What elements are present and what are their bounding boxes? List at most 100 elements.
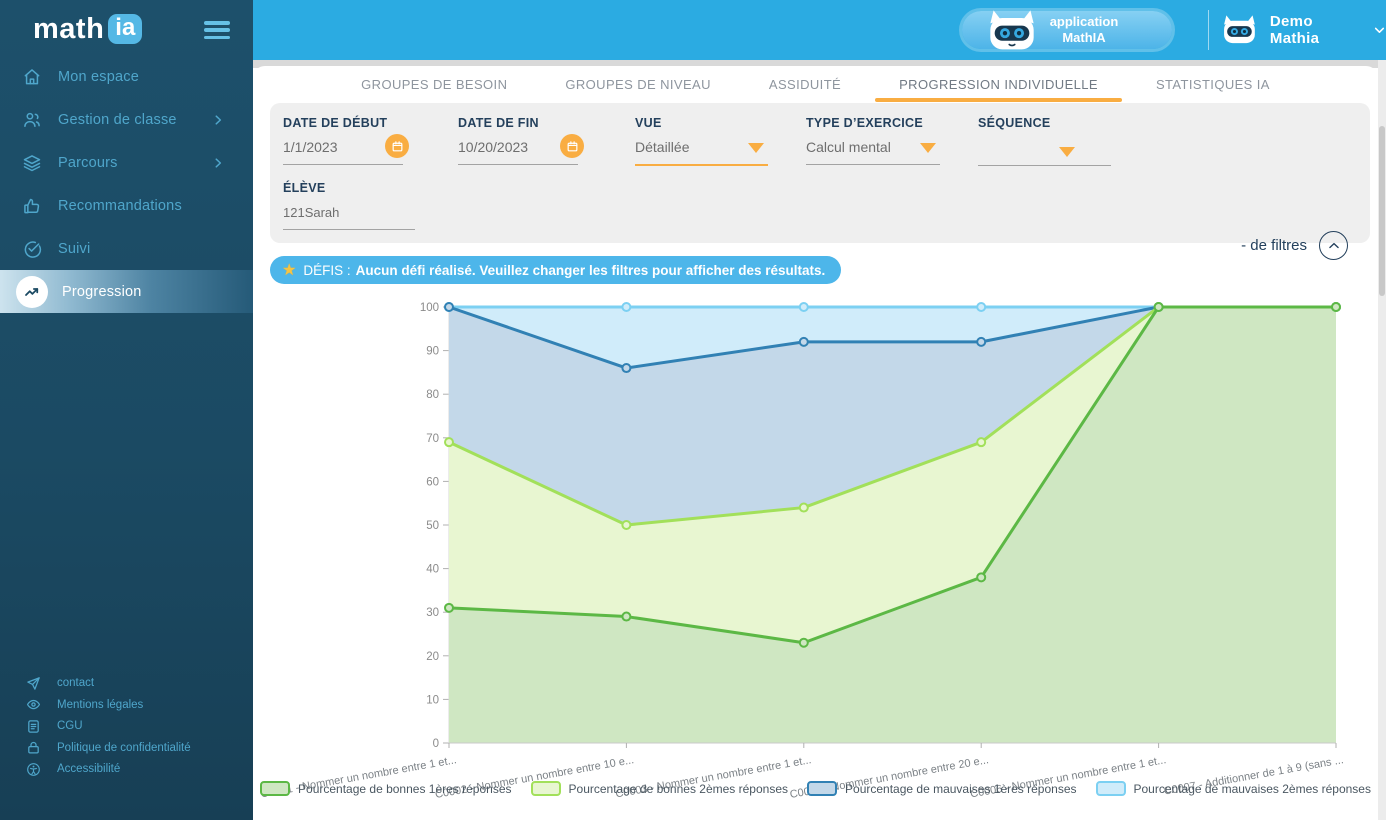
legend-item-bonnes-2emes: Pourcentage de bonnes 2èmes réponses: [531, 781, 789, 796]
svg-text:70: 70: [426, 433, 439, 445]
tab-groupes-de-niveau[interactable]: GROUPES DE NIVEAU: [565, 77, 711, 92]
defis-prefix: DÉFIS :: [303, 263, 350, 278]
sidebar-item-label: Suivi: [58, 241, 90, 257]
legend-label: Pourcentage de mauvaises 2èmes réponses: [1134, 782, 1371, 796]
legend-swatch-blue-light: [1096, 781, 1126, 796]
footer-link-cgu[interactable]: CGU: [0, 716, 253, 738]
date-debut-value: 1/1/2023: [283, 139, 338, 155]
tab-statistiques-ia[interactable]: STATISTIQUES IA: [1156, 77, 1270, 92]
trend-icon: [16, 276, 48, 308]
filter-panel: DATE DE DÉBUT 1/1/2023 DATE DE FIN 10/20…: [270, 103, 1370, 243]
sidebar-item-label: Progression: [62, 284, 142, 300]
filter-vue: VUE Détaillée: [635, 116, 768, 166]
sidebar-item-suivi[interactable]: Suivi: [0, 227, 253, 270]
filter-label: TYPE D’EXERCICE: [806, 116, 940, 130]
legend-label: Pourcentage de bonnes 2èmes réponses: [569, 782, 789, 796]
legend-swatch-blue-dark: [807, 781, 837, 796]
hamburger-menu-icon[interactable]: [204, 21, 230, 39]
user-avatar-robot-icon: [1221, 13, 1258, 47]
vue-select[interactable]: Détaillée: [635, 139, 768, 166]
filter-label: DATE DE FIN: [458, 116, 578, 130]
less-filters-label: - de filtres: [1241, 237, 1307, 254]
sidebar-item-gestion-de-classe[interactable]: Gestion de classe: [0, 98, 253, 141]
type-exercice-select[interactable]: Calcul mental: [806, 139, 940, 165]
dropdown-arrow-icon[interactable]: [1059, 147, 1075, 157]
dropdown-arrow-icon[interactable]: [920, 143, 936, 153]
defis-message: Aucun défi réalisé. Veuillez changer les…: [356, 263, 826, 278]
calendar-icon[interactable]: [560, 134, 584, 158]
eleve-input[interactable]: 121Sarah: [283, 204, 415, 230]
sidebar-item-mon-espace[interactable]: Mon espace: [0, 55, 253, 98]
footer-link-confidentialite[interactable]: Politique de confidentialité: [0, 737, 253, 759]
robot-mascot-icon: [986, 9, 1038, 53]
scrollbar-thumb[interactable]: [1379, 126, 1385, 296]
progression-chart: 0102030405060708090100C0001 - Nommer un …: [256, 293, 1378, 778]
svg-text:90: 90: [426, 346, 439, 358]
main-content-card: GROUPES DE BESOIN GROUPES DE NIVEAU ASSI…: [253, 66, 1378, 820]
svg-text:0: 0: [433, 738, 439, 750]
filter-date-debut: DATE DE DÉBUT 1/1/2023: [283, 116, 403, 165]
sidebar-item-label: Recommandations: [58, 198, 182, 214]
sidebar-item-parcours[interactable]: Parcours: [0, 141, 253, 184]
filter-date-fin: DATE DE FIN 10/20/2023: [458, 116, 578, 165]
footer-link-label: CGU: [57, 720, 83, 732]
star-icon: ★: [282, 260, 296, 280]
legend-item-mauvaises-1eres: Pourcentage de mauvaises 1ères réponses: [807, 781, 1076, 796]
chevron-right-icon: [211, 156, 225, 170]
calendar-icon[interactable]: [385, 134, 409, 158]
collapse-filters-button[interactable]: [1319, 231, 1348, 260]
sidebar-item-progression[interactable]: Progression: [0, 270, 253, 313]
type-exercice-value: Calcul mental: [806, 139, 891, 155]
sidebar-item-label: Gestion de classe: [58, 112, 177, 128]
user-menu[interactable]: Demo Mathia: [1221, 0, 1386, 60]
sidebar-item-recommandations[interactable]: Recommandations: [0, 184, 253, 227]
footer-link-mentions-legales[interactable]: Mentions légales: [0, 694, 253, 716]
tab-bar: GROUPES DE BESOIN GROUPES DE NIVEAU ASSI…: [253, 66, 1378, 103]
dropdown-arrow-icon[interactable]: [748, 143, 764, 153]
sidebar-item-label: Mon espace: [58, 69, 139, 85]
less-filters-button[interactable]: - de filtres: [1241, 231, 1348, 260]
legend-label: Pourcentage de bonnes 1ères réponses: [298, 782, 512, 796]
filter-label: VUE: [635, 116, 768, 130]
svg-text:50: 50: [426, 520, 439, 532]
svg-text:40: 40: [426, 564, 439, 576]
chevron-down-icon[interactable]: [1373, 23, 1386, 37]
sidebar-item-label: Parcours: [58, 155, 118, 171]
tab-progression-individuelle[interactable]: PROGRESSION INDIVIDUELLE: [899, 77, 1098, 92]
filter-label: SÉQUENCE: [978, 116, 1111, 130]
sidebar: math ia Mon espace Gestion de classe Par…: [0, 0, 253, 820]
footer-link-contact[interactable]: contact: [0, 673, 253, 695]
sequence-select[interactable]: [978, 139, 1111, 166]
date-fin-input[interactable]: 10/20/2023: [458, 139, 578, 165]
filter-label: ÉLÈVE: [283, 181, 415, 195]
vue-value: Détaillée: [635, 139, 689, 155]
eleve-value: 121Sarah: [283, 205, 339, 220]
chart-legend: Pourcentage de bonnes 1ères réponses Pou…: [253, 781, 1378, 796]
svg-text:60: 60: [426, 476, 439, 488]
thumbs-up-icon: [22, 196, 42, 216]
sidebar-footer: contact Mentions légales CGU Politique d…: [0, 673, 253, 781]
check-circle-icon: [22, 239, 42, 259]
tab-assiduite[interactable]: ASSIDUITÉ: [769, 77, 841, 92]
topbar: application MathIA Demo Mathia: [253, 0, 1386, 60]
footer-link-accessibilite[interactable]: Accessibilité: [0, 759, 253, 781]
sidebar-nav: Mon espace Gestion de classe Parcours Re…: [0, 55, 253, 313]
document-icon: [26, 719, 41, 734]
chevron-right-icon: [211, 113, 225, 127]
footer-link-label: Politique de confidentialité: [57, 742, 191, 754]
tab-groupes-de-besoin[interactable]: GROUPES DE BESOIN: [361, 77, 507, 92]
layers-icon: [22, 153, 42, 173]
legend-item-mauvaises-2emes: Pourcentage de mauvaises 2èmes réponses: [1096, 781, 1371, 796]
application-mathia-button[interactable]: application MathIA: [962, 11, 1172, 49]
scrollbar-track[interactable]: [1378, 60, 1386, 820]
svg-text:100: 100: [420, 302, 439, 314]
legend-item-bonnes-1eres: Pourcentage de bonnes 1ères réponses: [260, 781, 512, 796]
filter-type-exercice: TYPE D’EXERCICE Calcul mental: [806, 116, 940, 165]
footer-link-label: contact: [57, 677, 94, 689]
svg-text:80: 80: [426, 389, 439, 401]
users-icon: [22, 110, 42, 130]
date-debut-input[interactable]: 1/1/2023: [283, 139, 403, 165]
legend-swatch-green-light: [531, 781, 561, 796]
footer-link-label: Mentions légales: [57, 699, 143, 711]
date-fin-value: 10/20/2023: [458, 139, 528, 155]
